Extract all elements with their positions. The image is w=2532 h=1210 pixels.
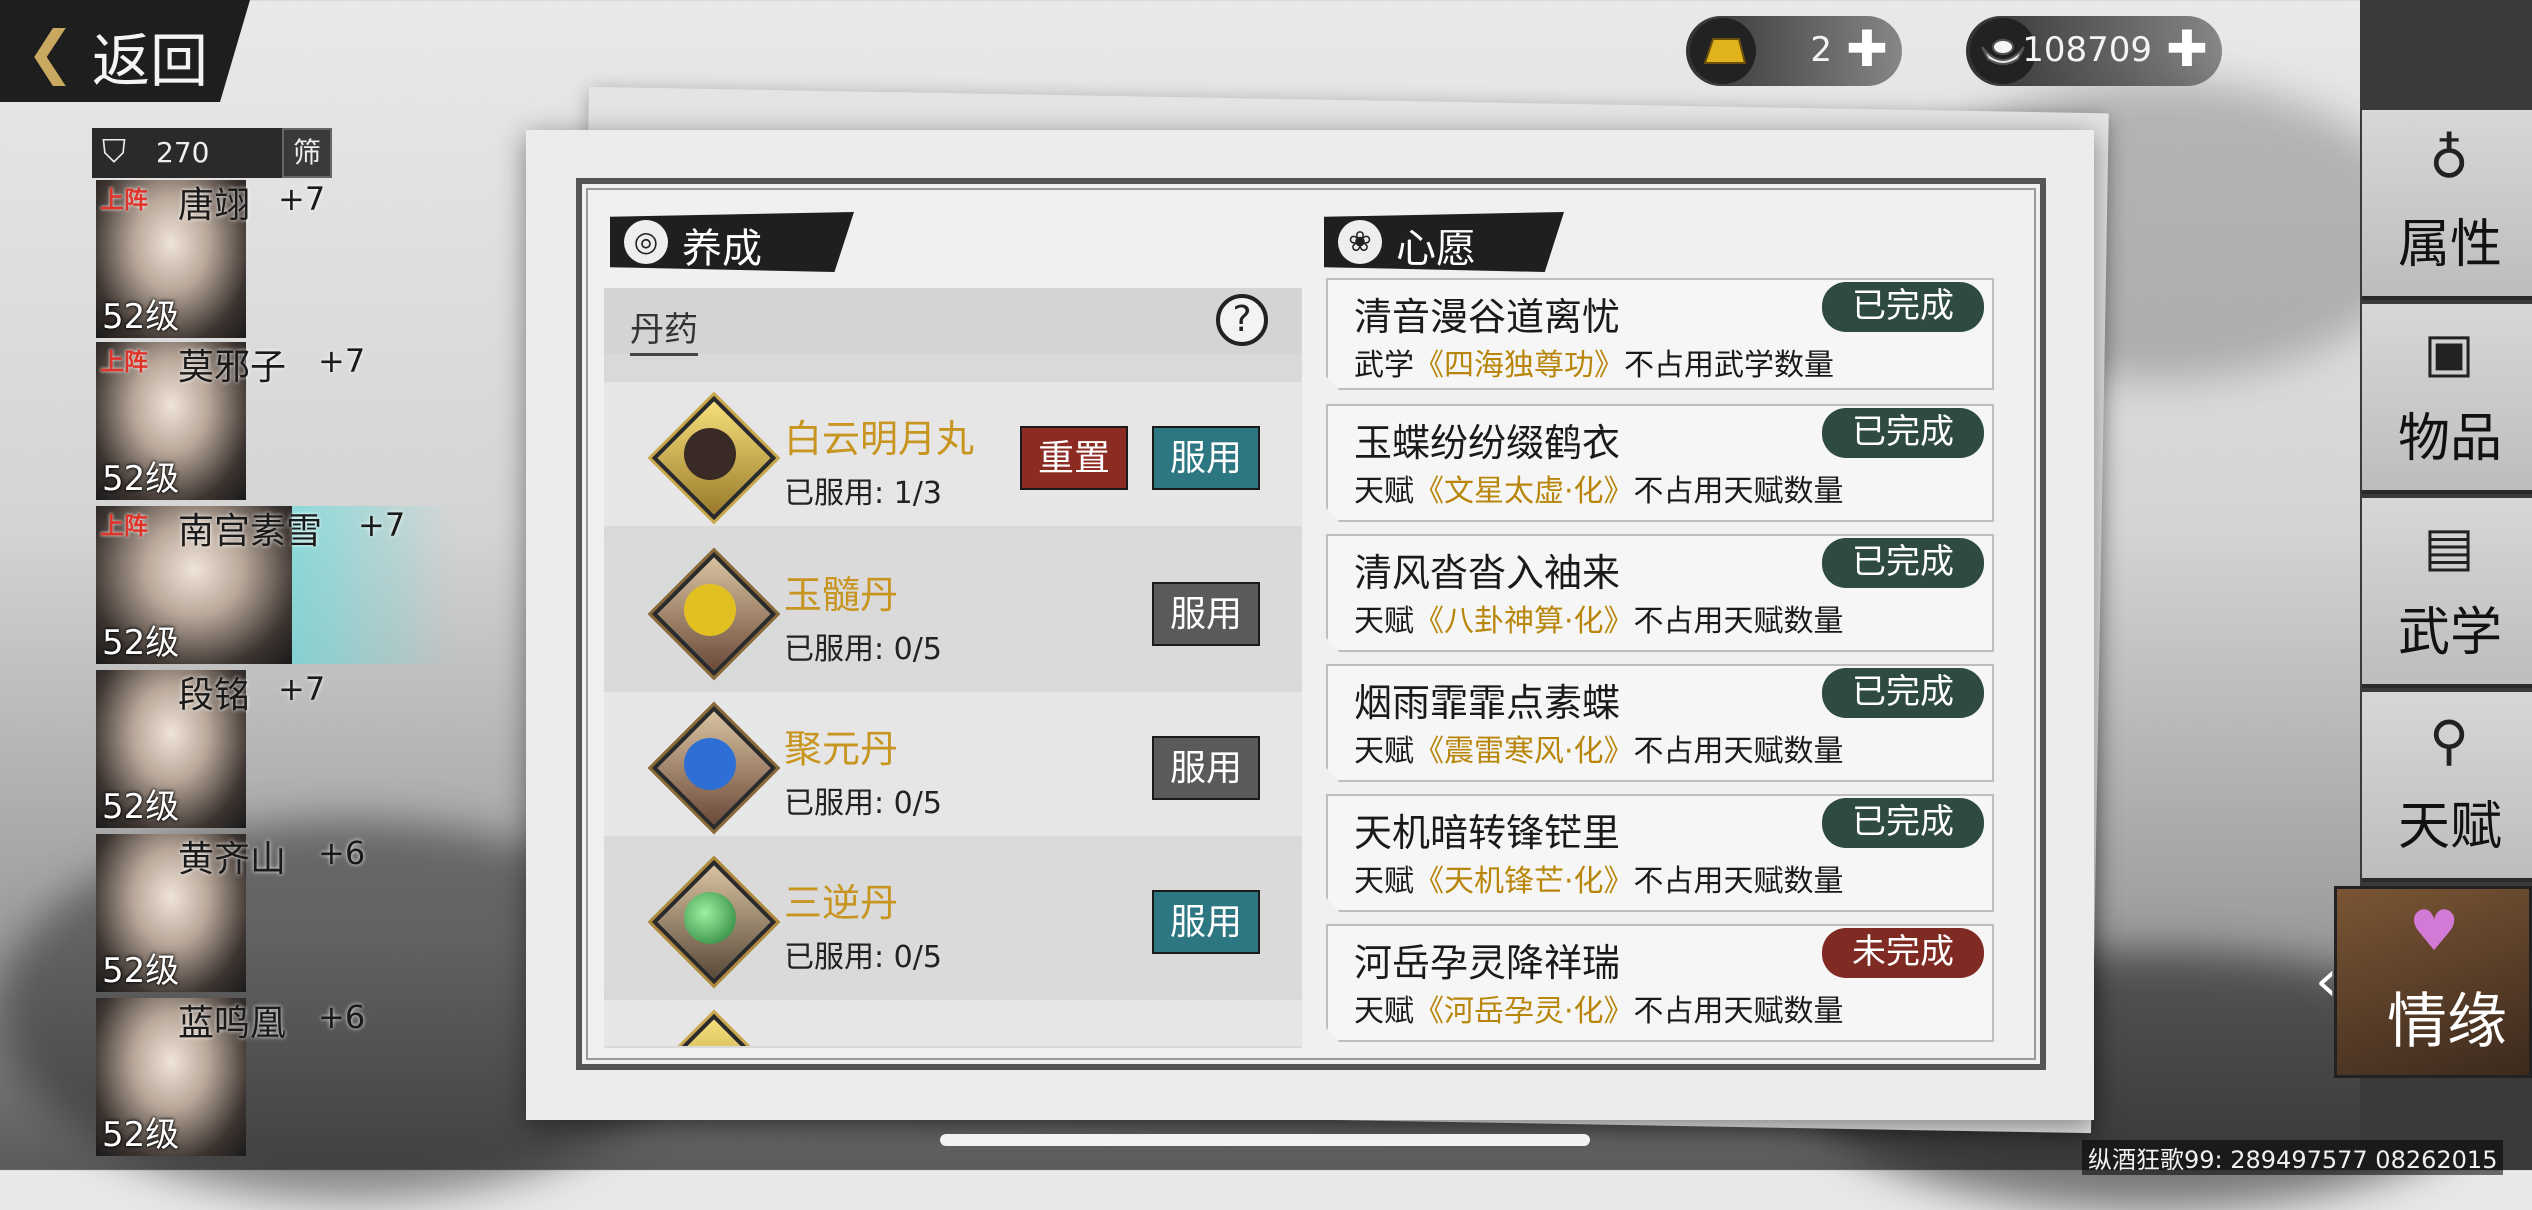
chevron-left-icon: ❮ <box>26 18 75 86</box>
wish-item: 河岳孕灵降祥瑞 天赋《河岳孕灵·化》不占用天赋数量 未完成 <box>1326 924 1994 1042</box>
wish-item: 清音漫谷道离忧 武学《四海独尊功》不占用武学数量 已完成 <box>1326 278 1994 390</box>
hat-icon: ⛉ <box>102 132 127 170</box>
status-badge: 已完成 <box>1822 282 1984 332</box>
pill-item-icon <box>651 395 777 521</box>
tab-martial-arts[interactable]: ▤ 武学 <box>2362 498 2532 688</box>
pill-row: 三逆丹 已服用: 0/5 服用 <box>604 846 1302 990</box>
status-badge: 已完成 <box>1822 408 1984 458</box>
use-button[interactable]: 服用 <box>1152 426 1260 490</box>
wish-item: 清风沓沓入袖来 天赋《八卦神算·化》不占用天赋数量 已完成 <box>1326 534 1994 652</box>
lotus-icon: ❀ <box>1338 220 1382 264</box>
tab-affinity[interactable]: ‹ ♥ 情缘 <box>2315 886 2532 1078</box>
wish-item: 天机暗转锋铓里 天赋《天机锋芒·化》不占用天赋数量 已完成 <box>1326 794 1994 912</box>
tab-talent[interactable]: ⚲ 天赋 <box>2362 692 2532 882</box>
book-icon: ▤ <box>2423 515 2475 578</box>
hero-card[interactable]: 上阵 莫邪子 +7 52级 <box>96 342 365 500</box>
filter-button[interactable]: 筛 <box>282 128 332 178</box>
pill-item-icon <box>651 705 777 831</box>
pill-row-partial <box>604 1000 1302 1046</box>
tab-attributes[interactable]: ♁ 属性 <box>2362 110 2532 300</box>
home-indicator[interactable] <box>940 1134 1590 1146</box>
pill-row: 聚元丹 已服用: 0/5 服用 <box>604 692 1302 836</box>
cultivate-icon: ◎ <box>624 220 668 264</box>
hero-card[interactable]: 段铭 +7 52级 <box>96 670 325 828</box>
help-icon[interactable]: ? <box>1216 294 1268 346</box>
reset-button[interactable]: 重置 <box>1020 426 1128 490</box>
status-badge: 已完成 <box>1822 538 1984 588</box>
add-silver-icon[interactable]: ✚ <box>2166 20 2208 78</box>
status-badge: 已完成 <box>1822 668 1984 718</box>
chevron-left-icon: ‹ <box>2315 949 2338 1014</box>
hero-card-selected[interactable]: 上阵 南宫素雪 +7 52级 <box>96 506 456 664</box>
cultivate-header: ◎ 养成 <box>610 212 854 272</box>
tab-items[interactable]: ▣ 物品 <box>2362 304 2532 494</box>
back-label: 返回 <box>92 27 209 95</box>
wish-header: ❀ 心愿 <box>1324 212 1564 272</box>
pill-row: 白云明月丸 已服用: 1/3 重置 服用 <box>604 382 1302 526</box>
pill-item-icon <box>651 859 777 985</box>
use-button[interactable]: 服用 <box>1152 736 1260 800</box>
wish-item: 烟雨霏霏点素蝶 天赋《震雷寒风·化》不占用天赋数量 已完成 <box>1326 664 1994 782</box>
hero-card[interactable]: 上阵 唐翊 +7 52级 <box>96 180 325 338</box>
gold-bar-icon <box>1690 18 1756 84</box>
hero-card[interactable]: 黄齐山 +6 52级 <box>96 834 365 992</box>
pill-category: 丹药 ? <box>604 288 1302 356</box>
talent-icon: ⚲ <box>2429 709 2469 772</box>
use-button[interactable]: 服用 <box>1152 582 1260 646</box>
wish-item: 玉蝶纷纷缀鹤衣 天赋《文星太虚·化》不占用天赋数量 已完成 <box>1326 404 1994 522</box>
status-badge: 未完成 <box>1822 928 1984 978</box>
gourd-icon: ♁ <box>2429 127 2469 190</box>
gold-currency: 2 ✚ <box>1686 16 1902 86</box>
add-gold-icon[interactable]: ✚ <box>1846 20 1888 78</box>
pill-item-icon <box>651 551 777 677</box>
status-badge: 已完成 <box>1822 798 1984 848</box>
use-button[interactable]: 服用 <box>1152 890 1260 954</box>
back-button[interactable]: ❮ 返回 <box>0 0 250 102</box>
silver-currency: 108709 ✚ <box>1966 16 2222 86</box>
hero-card[interactable]: 蓝鸣凰 +6 52级 <box>96 998 365 1156</box>
pill-row: 玉髓丹 已服用: 0/5 服用 <box>604 538 1302 682</box>
heart-icon: ♥ <box>2409 899 2460 964</box>
gift-box-icon: ▣ <box>2423 321 2475 384</box>
